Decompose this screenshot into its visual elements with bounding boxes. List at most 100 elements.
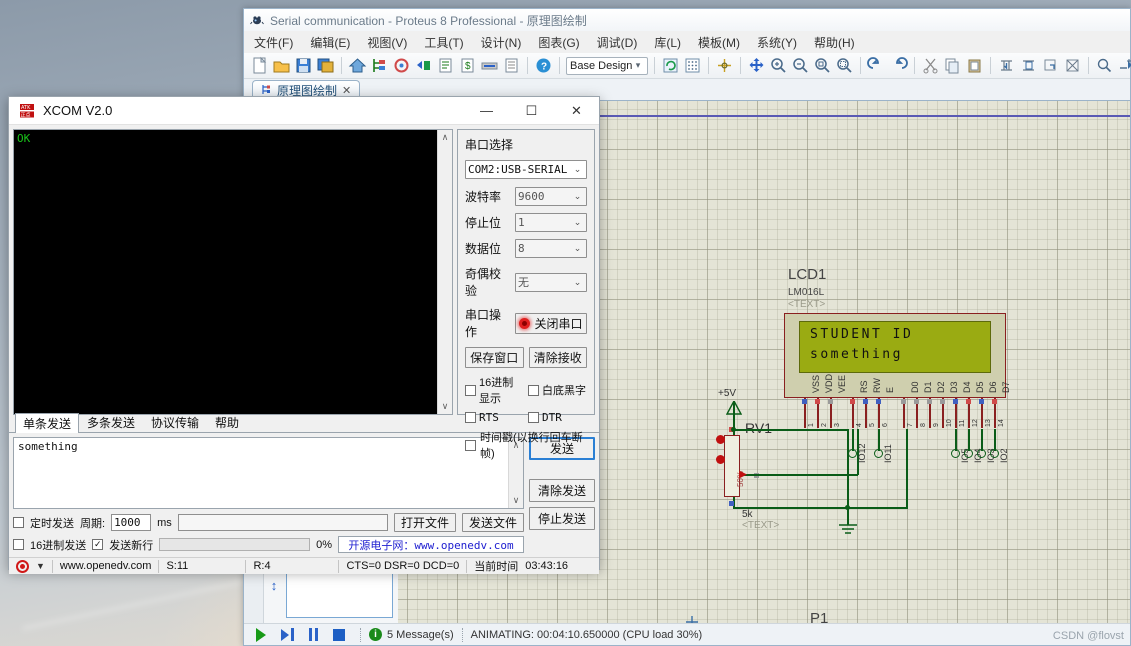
menu-edit[interactable]: 编辑(E)	[308, 33, 352, 52]
newline-checkbox[interactable]: ✓	[92, 539, 104, 550]
menu-help[interactable]: 帮助(H)	[812, 33, 857, 52]
close-port-button[interactable]: 关闭串口	[515, 312, 587, 334]
open-file-icon[interactable]	[272, 56, 291, 75]
refresh-icon[interactable]	[661, 56, 680, 75]
origin-icon[interactable]	[715, 56, 734, 75]
copy-icon[interactable]	[943, 56, 962, 75]
3d-view-icon[interactable]	[414, 56, 433, 75]
home-icon[interactable]	[348, 56, 367, 75]
menu-view[interactable]: 视图(V)	[365, 33, 409, 52]
new-file-icon[interactable]	[250, 56, 269, 75]
port-select[interactable]: COM2:USB-SERIAL ⌄	[465, 160, 587, 179]
net-terminal-io11[interactable]	[874, 449, 883, 458]
pan-vertical-icon[interactable]: ↕	[264, 574, 284, 596]
send-textarea[interactable]: something	[14, 438, 508, 508]
menu-debug[interactable]: 调试(D)	[595, 33, 640, 52]
proteus-toolbar[interactable]: $ ? Base Design ▾	[244, 53, 1131, 79]
baudrate-select[interactable]: 9600 ⌄	[515, 187, 587, 206]
menu-library[interactable]: 库(L)	[652, 33, 683, 52]
chevron-down-icon[interactable]: ▼	[36, 561, 45, 571]
source-code-icon[interactable]: $	[458, 56, 477, 75]
scroll-down-icon[interactable]: ∨	[513, 495, 520, 506]
clear-receive-button[interactable]: 清除接收	[528, 347, 587, 368]
undo-icon[interactable]	[867, 56, 886, 75]
close-button[interactable]: ✕	[554, 97, 599, 124]
maximize-button[interactable]: ☐	[509, 97, 554, 124]
design-combo[interactable]: Base Design ▾	[566, 56, 648, 75]
gerber-icon[interactable]	[480, 56, 499, 75]
zoom-all-icon[interactable]	[813, 56, 832, 75]
stop-button[interactable]	[326, 627, 352, 643]
proteus-menu-bar[interactable]: 文件(F) 编辑(E) 视图(V) 工具(T) 设计(N) 图表(G) 调试(D…	[244, 31, 1130, 53]
net-terminal-io2[interactable]	[990, 449, 999, 458]
grid-toggle-icon[interactable]	[683, 56, 702, 75]
block-rotate-icon[interactable]	[1041, 56, 1060, 75]
menu-graph[interactable]: 图表(G)	[536, 33, 581, 52]
block-copy-icon[interactable]	[1019, 56, 1038, 75]
net-terminal-io4[interactable]	[964, 449, 973, 458]
scroll-up-icon[interactable]: ∧	[442, 132, 449, 143]
block-delete-icon[interactable]	[1063, 56, 1082, 75]
save-all-icon[interactable]	[316, 56, 335, 75]
timestamp-checkbox[interactable]: 时间戳(以换行回车断帧)	[465, 429, 587, 461]
tab-multi-send[interactable]: 多条发送	[79, 412, 143, 432]
hex-send-checkbox[interactable]	[13, 539, 24, 550]
ad-banner[interactable]: 开源电子网：www.openedv.com	[338, 536, 524, 553]
cut-icon[interactable]	[921, 56, 940, 75]
menu-system[interactable]: 系统(Y)	[755, 33, 799, 52]
menu-file[interactable]: 文件(F)	[252, 33, 295, 52]
dtr-checkbox[interactable]: DTR	[528, 411, 587, 424]
save-icon[interactable]	[294, 56, 313, 75]
pcb-layout-icon[interactable]	[392, 56, 411, 75]
paste-icon[interactable]	[965, 56, 984, 75]
bom-icon[interactable]	[436, 56, 455, 75]
xcom-window[interactable]: ATK 正点 XCOM V2.0 — ☐ ✕ OK ∧ ∨ 串口选择 COM2:…	[8, 96, 600, 574]
pick-device-icon[interactable]	[1095, 56, 1114, 75]
stop-send-button[interactable]: 停止发送	[529, 507, 595, 530]
hex-display-checkbox[interactable]: 16进制显示	[465, 374, 524, 406]
receive-panel[interactable]: OK ∧ ∨	[13, 129, 453, 415]
databits-select[interactable]: 8 ⌄	[515, 239, 587, 258]
zoom-out-icon[interactable]	[791, 56, 810, 75]
menu-design[interactable]: 设计(N)	[479, 33, 524, 52]
zoom-in-icon[interactable]	[769, 56, 788, 75]
white-bg-checkbox[interactable]: 白底黑字	[528, 382, 587, 398]
block-move-icon[interactable]	[997, 56, 1016, 75]
rv1-component[interactable]	[724, 435, 740, 497]
schematic-capture-icon[interactable]	[370, 56, 389, 75]
open-file-button[interactable]: 打开文件	[394, 513, 456, 532]
receive-scrollbar[interactable]: ∧ ∨	[437, 130, 452, 414]
report-icon[interactable]	[502, 56, 521, 75]
minimize-button[interactable]: —	[464, 97, 509, 124]
tab-protocol[interactable]: 协议传输	[143, 412, 207, 432]
send-left-column: something ∧ ∨ 定时发送 周期: 1000 ms 打开文件 发送文件…	[13, 437, 524, 553]
step-button[interactable]	[274, 627, 300, 643]
pan-icon[interactable]	[747, 56, 766, 75]
tab-help[interactable]: 帮助	[207, 412, 247, 432]
property-assign-icon[interactable]	[1117, 56, 1131, 75]
site-link[interactable]: www.openedv.com	[53, 558, 159, 574]
menu-tools[interactable]: 工具(T)	[422, 33, 465, 52]
net-terminal-io12[interactable]	[848, 449, 857, 458]
stopbits-select[interactable]: 1 ⌄	[515, 213, 587, 232]
send-textarea-wrap[interactable]: something ∧ ∨	[13, 437, 524, 509]
clear-send-button[interactable]: 清除发送	[529, 479, 595, 502]
net-terminal-io5[interactable]	[951, 449, 960, 458]
pause-button[interactable]	[300, 627, 326, 643]
parity-select[interactable]: 无 ⌄	[515, 272, 587, 292]
timed-send-checkbox[interactable]	[13, 517, 24, 528]
send-file-button[interactable]: 发送文件	[462, 513, 524, 532]
save-window-button[interactable]: 保存窗口	[465, 347, 524, 368]
file-path-input[interactable]	[177, 514, 388, 531]
menu-template[interactable]: 模板(M)	[696, 33, 742, 52]
tab-single-send[interactable]: 单条发送	[15, 413, 80, 433]
period-input[interactable]: 1000	[111, 514, 152, 531]
zoom-area-icon[interactable]	[835, 56, 854, 75]
net-terminal-io3[interactable]	[977, 449, 986, 458]
status-indicator[interactable]: ▼	[9, 558, 52, 574]
scroll-down-icon[interactable]: ∨	[442, 401, 449, 412]
help-icon[interactable]: ?	[534, 56, 553, 75]
play-button[interactable]	[248, 627, 274, 643]
rts-checkbox[interactable]: RTS	[465, 411, 524, 424]
redo-icon[interactable]	[889, 56, 908, 75]
